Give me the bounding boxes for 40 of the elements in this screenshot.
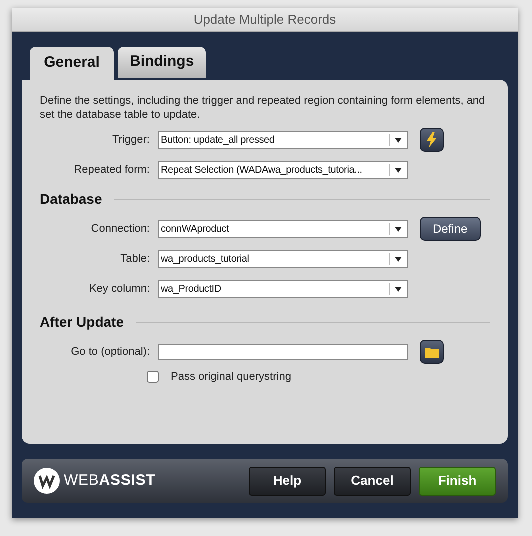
section-heading: After Update — [40, 313, 124, 332]
dropdown-value: connWAproduct — [160, 222, 230, 236]
define-button[interactable]: Define — [420, 217, 481, 241]
caret-icon — [395, 256, 402, 262]
dropdown[interactable]: Repeat Selection (WADAwa_products_tutoria... — [158, 161, 408, 179]
lightning-button[interactable] — [420, 128, 444, 152]
dropdown[interactable]: wa_ProductID — [158, 280, 408, 298]
field-label: Go to (optional): — [70, 344, 151, 360]
folder-icon — [425, 346, 439, 358]
dropdown[interactable]: connWAproduct — [158, 220, 408, 238]
caret-icon — [395, 138, 402, 142]
dropdown[interactable]: wa_products_tutorial — [158, 250, 408, 268]
finish-button[interactable]: Finish — [419, 466, 496, 496]
folder-button[interactable] — [420, 340, 444, 364]
caret-icon — [395, 168, 402, 172]
section-heading: Database — [40, 190, 102, 209]
field-label: Table: — [120, 252, 151, 267]
dropdown-value: Button: update_all pressed — [160, 134, 276, 148]
field-label: Trigger: — [112, 132, 151, 148]
dropdown-value: wa_products_tutorial — [160, 252, 250, 266]
dropdown-value: wa_ProductID — [160, 282, 222, 296]
lightning-icon — [426, 132, 438, 148]
tab[interactable]: General — [30, 47, 114, 80]
dropdown[interactable]: Button: update_all pressed — [158, 131, 408, 149]
footer-button[interactable]: Cancel — [334, 466, 411, 496]
caret-icon — [395, 286, 402, 292]
checkbox-label: Pass original querystring — [171, 370, 292, 385]
input-field[interactable] — [158, 344, 408, 360]
caret-icon — [395, 226, 402, 232]
tab[interactable]: Bindings — [118, 47, 206, 78]
checkbox[interactable] — [147, 371, 159, 384]
window-title: Update Multiple Records — [194, 10, 336, 29]
field-label: Connection: — [90, 222, 151, 237]
field-label: Repeated form: — [73, 162, 151, 178]
description: Define the settings, including the trigger and repeated region containing form elements, and set the database table to update. — [40, 94, 486, 122]
field-label: Key column: — [88, 282, 151, 297]
dropdown-value: Repeat Selection (WADAwa_products_tutoria... — [160, 164, 364, 178]
footer-button[interactable]: Help — [249, 466, 326, 496]
logo-text: WEBASSIST — [64, 470, 156, 491]
logo-icon — [34, 468, 60, 494]
